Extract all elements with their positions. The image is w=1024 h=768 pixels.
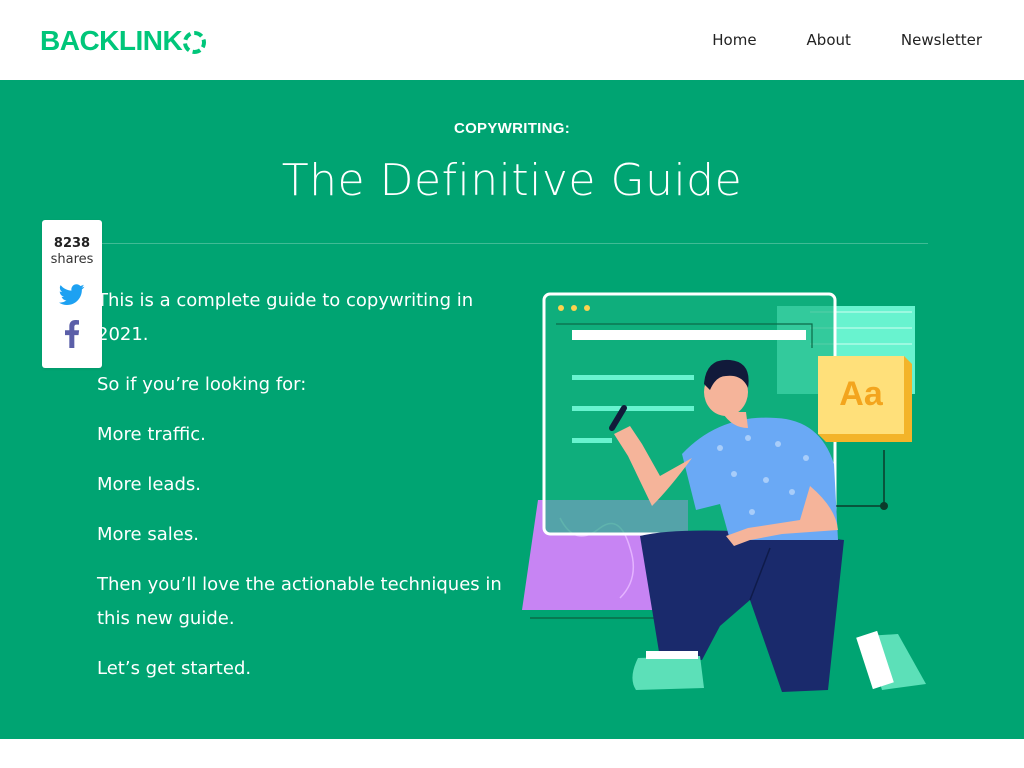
nav-home[interactable]: Home [712,30,756,50]
hero-illustration: Aa [522,292,926,692]
share-count: 8238 [53,236,91,251]
hero-divider [97,243,928,244]
logo-wordmark: BACKLINK [40,25,183,56]
page-title: The Definitive Guide [281,155,743,206]
intro-paragraph: More sales. [97,524,199,545]
hero-intro: This is a complete guide to copywriting … [97,284,507,702]
share-widget: 8238 shares [42,220,102,368]
twitter-icon[interactable] [59,284,85,306]
logo-o-ring-icon [183,30,207,54]
intro-paragraph: More traffic. [97,424,206,445]
hero-section: COPYWRITING: The Definitive Guide This i… [0,80,1024,739]
facebook-icon[interactable] [63,320,81,348]
intro-paragraph: Then you’ll love the actionable techniqu… [97,574,502,629]
site-header: BACKLINK Home About Newsletter [0,0,1024,80]
main-nav: Home About Newsletter [712,30,982,50]
share-label: shares [50,252,94,267]
intro-paragraph: More leads. [97,474,201,495]
left-shoe [632,656,704,690]
nav-about[interactable]: About [807,30,851,50]
hero-kicker: COPYWRITING: [453,120,571,137]
intro-paragraph: Let’s get started. [97,658,252,679]
intro-paragraph: This is a complete guide to copywriting … [97,290,474,345]
aa-badge-label: Aa [839,375,884,413]
backlinko-logo[interactable]: BACKLINK [40,25,207,56]
aa-badge: Aa [818,356,912,442]
intro-paragraph: So if you’re looking for: [97,374,307,395]
page-below-fold [0,739,1024,768]
nav-newsletter[interactable]: Newsletter [901,30,982,50]
